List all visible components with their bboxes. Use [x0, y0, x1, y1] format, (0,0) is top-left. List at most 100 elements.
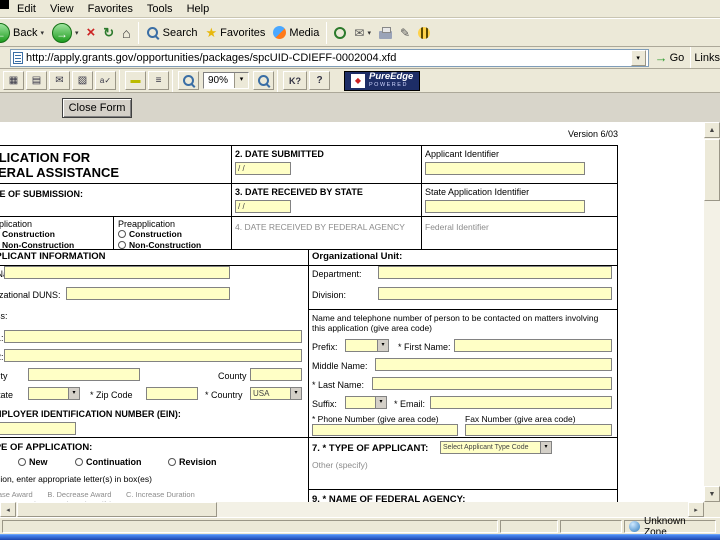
address-dropdown-icon[interactable]: ▾: [630, 49, 646, 66]
field-list-button[interactable]: ≡: [148, 71, 169, 90]
vertical-scrollbar[interactable]: ▲ ▼: [704, 122, 720, 502]
zoom-out-icon: [182, 74, 196, 88]
applicant-identifier-input[interactable]: [425, 162, 585, 175]
highlight-fields-button[interactable]: ▬: [125, 71, 146, 90]
mail-button[interactable]: ✉ ▾: [350, 21, 375, 45]
legal-name-input[interactable]: [4, 266, 230, 279]
zoom-in-button[interactable]: [253, 71, 274, 90]
state-application-identifier-input[interactable]: [425, 200, 585, 213]
messenger-icon: [418, 26, 431, 39]
address-input[interactable]: http://apply.grants.gov/opportunities/pa…: [10, 48, 649, 67]
history-button[interactable]: [330, 21, 350, 45]
context-help-button[interactable]: K?: [283, 71, 307, 90]
form-page: Version 6/03 APPLICATION FOR FEDERAL ASS…: [0, 122, 704, 502]
home-button[interactable]: ⌂: [118, 21, 134, 45]
division-input[interactable]: [378, 287, 612, 300]
dropdown-arrow-icon: ▾: [540, 442, 551, 453]
menu-help[interactable]: Help: [180, 2, 217, 16]
prefix-select[interactable]: ▾: [345, 339, 389, 352]
first-name-input[interactable]: [454, 339, 612, 352]
street2-input[interactable]: [4, 349, 302, 362]
fax-label: Fax Number (give area code): [465, 414, 576, 424]
preview-button[interactable]: ▧: [72, 71, 93, 90]
mail-dropdown-icon[interactable]: ▾: [367, 29, 371, 37]
save-button[interactable]: ▦: [3, 71, 24, 90]
menu-edit[interactable]: Edit: [10, 2, 43, 16]
horizontal-scrollbar[interactable]: ◂ ▸: [0, 502, 704, 517]
street1-input[interactable]: [4, 330, 302, 343]
scroll-left-icon[interactable]: ◂: [0, 502, 16, 517]
zoom-out-button[interactable]: [178, 71, 199, 90]
ein-input[interactable]: [0, 422, 76, 435]
print-button[interactable]: [375, 21, 396, 45]
fax-input[interactable]: [465, 424, 612, 436]
forward-dropdown-icon[interactable]: ▾: [75, 29, 79, 37]
back-dropdown-icon[interactable]: ▾: [40, 29, 44, 37]
menu-tools[interactable]: Tools: [140, 2, 180, 16]
horizontal-scroll-thumb[interactable]: [17, 502, 217, 517]
forward-button[interactable]: → ▾: [48, 21, 83, 45]
menu-favorites[interactable]: Favorites: [81, 2, 140, 16]
messenger-button[interactable]: [414, 21, 434, 45]
application-construction-radio[interactable]: Construction: [0, 229, 55, 239]
dropdown-arrow-icon: ▾: [377, 340, 388, 351]
state-application-identifier-label: State Application Identifier: [425, 187, 530, 197]
address-url[interactable]: http://apply.grants.gov/opportunities/pa…: [26, 52, 628, 64]
date-submitted-input[interactable]: / /: [235, 162, 291, 175]
back-button[interactable]: ← Back ▾: [0, 21, 48, 45]
edit-button[interactable]: ✎: [396, 21, 414, 45]
vertical-scroll-thumb[interactable]: [704, 139, 720, 201]
last-name-input[interactable]: [372, 377, 612, 390]
radio-icon: [18, 458, 26, 466]
continuation-radio[interactable]: Continuation: [75, 457, 142, 467]
spell-check-button[interactable]: a✓: [95, 71, 116, 90]
favorites-button[interactable]: ★ Favorites: [202, 21, 270, 45]
go-label[interactable]: Go: [670, 52, 685, 64]
type-of-applicant-select[interactable]: Select Applicant Type Code ▾: [440, 441, 552, 454]
organizational-duns-input[interactable]: [66, 287, 230, 300]
context-help-icon: K?: [289, 75, 301, 86]
mail-form-button[interactable]: ✉: [49, 71, 70, 90]
date-received-state-input[interactable]: / /: [235, 200, 291, 213]
phone-input[interactable]: [312, 424, 458, 436]
media-button[interactable]: Media: [269, 21, 323, 45]
city-input[interactable]: [28, 368, 140, 381]
email-input[interactable]: [430, 396, 612, 409]
links-label[interactable]: Links: [694, 52, 720, 64]
scroll-up-icon[interactable]: ▲: [704, 122, 720, 138]
go-icon[interactable]: →: [655, 50, 668, 65]
refresh-button[interactable]: ↻: [99, 21, 118, 45]
zoom-dropdown-icon[interactable]: ▾: [234, 73, 248, 88]
form-title: APPLICATION FOR FEDERAL ASSISTANCE: [0, 150, 119, 180]
toolbar-separator: [690, 47, 692, 68]
department-input[interactable]: [378, 266, 612, 279]
security-zone-panel: Unknown Zone: [624, 516, 716, 538]
state-select[interactable]: ▾: [28, 387, 80, 400]
history-icon: [334, 26, 347, 39]
menu-view[interactable]: View: [43, 2, 81, 16]
save-icon: ▦: [8, 75, 19, 86]
country-select[interactable]: USA ▾: [250, 387, 302, 400]
close-form-button[interactable]: Close Form: [62, 98, 132, 118]
preapplication-construction-radio[interactable]: Construction: [118, 229, 182, 239]
zip-code-input[interactable]: [146, 387, 198, 400]
organizational-unit-header: Organizational Unit:: [312, 251, 403, 262]
revision-radio[interactable]: Revision: [168, 457, 217, 467]
type-of-applicant-label: 7. * TYPE OF APPLICANT:: [312, 443, 429, 454]
ein-label: 6. * EMPLOYER IDENTIFICATION NUMBER (EIN…: [0, 409, 181, 419]
spell-check-icon: a✓: [99, 76, 112, 85]
federal-agency-label: 9. * NAME OF FEDERAL AGENCY:: [312, 494, 466, 502]
suffix-select[interactable]: ▾: [345, 396, 387, 409]
applicant-information-header: 5. APPLICANT INFORMATION: [0, 251, 106, 262]
print-form-button[interactable]: ▤: [26, 71, 47, 90]
scroll-down-icon[interactable]: ▼: [704, 486, 720, 502]
middle-name-input[interactable]: [375, 358, 612, 371]
new-radio[interactable]: New: [18, 457, 48, 467]
search-button[interactable]: Search: [142, 21, 202, 45]
stop-button[interactable]: ×: [83, 21, 100, 45]
zoom-select[interactable]: 90% ▾: [203, 72, 249, 89]
help-button[interactable]: ?: [309, 71, 330, 90]
application-nonconstruction-radio[interactable]: Non-Construction: [0, 240, 74, 250]
county-input[interactable]: [250, 368, 302, 381]
preapplication-nonconstruction-radio[interactable]: Non-Construction: [118, 240, 201, 250]
